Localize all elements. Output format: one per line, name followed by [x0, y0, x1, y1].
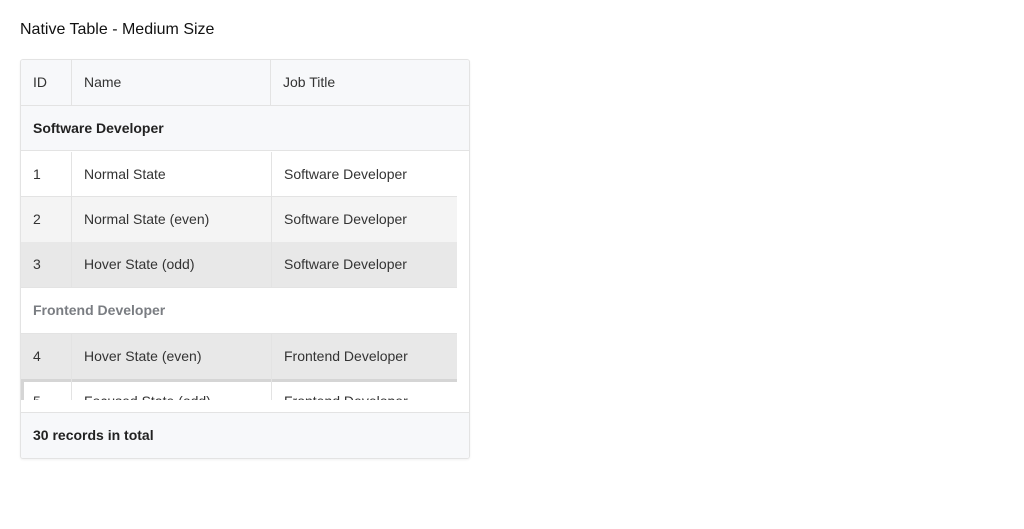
native-table: ID Name Job Title Software Developer 1 N… — [20, 59, 470, 459]
column-header-name[interactable]: Name — [72, 60, 271, 105]
table-row[interactable]: 4 Hover State (even) Frontend Developer — [21, 334, 457, 379]
table-row[interactable]: 5 Focused State (odd) Frontend Developer — [21, 379, 457, 400]
table-body[interactable]: 1 Normal State Software Developer 2 Norm… — [21, 152, 457, 400]
cell-name: Normal State (even) — [72, 197, 272, 242]
cell-id: 2 — [21, 197, 72, 242]
cell-id: 5 — [21, 379, 72, 400]
cell-job-title: Frontend Developer — [284, 348, 408, 364]
cell-job-title: Software Developer — [284, 256, 407, 272]
table-row[interactable]: 2 Normal State (even) Software Developer — [21, 197, 457, 242]
group-header-frontend-developer: Frontend Developer — [21, 288, 457, 334]
vertical-scrollbar[interactable] — [457, 152, 469, 400]
cell-name: Normal State — [72, 152, 272, 197]
cell-id: 4 — [21, 334, 72, 379]
cell-id: 1 — [21, 152, 72, 197]
cell-name: Focused State (odd) — [72, 379, 272, 400]
column-header-id[interactable]: ID — [21, 60, 72, 105]
cell-name: Hover State (odd) — [72, 242, 272, 287]
table-header: ID Name Job Title — [21, 60, 469, 106]
cell-name: Hover State (even) — [72, 334, 272, 379]
column-header-job-title[interactable]: Job Title — [271, 60, 469, 105]
table-row[interactable]: 1 Normal State Software Developer — [21, 152, 457, 197]
table-row[interactable]: 3 Hover State (odd) Software Developer — [21, 242, 457, 288]
cell-id: 3 — [21, 242, 72, 287]
cell-job-title: Software Developer — [284, 211, 407, 227]
table-footer: 30 records in total — [21, 412, 469, 458]
group-header-software-developer: Software Developer — [21, 106, 469, 151]
cell-job-title: Software Developer — [284, 166, 407, 182]
cell-job-title: Frontend Developer — [272, 379, 457, 400]
page-title: Native Table - Medium Size — [20, 21, 215, 38]
